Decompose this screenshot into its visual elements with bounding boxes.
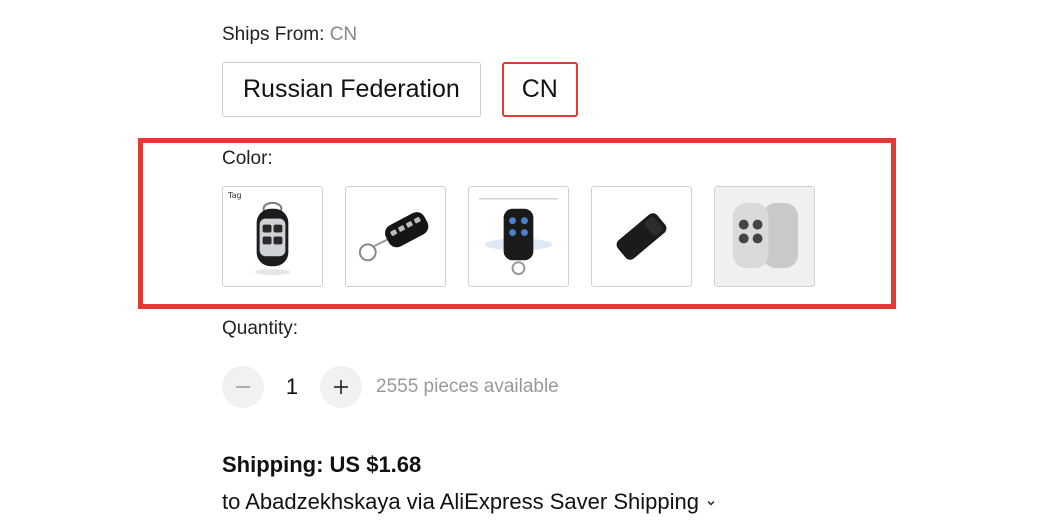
- silver-remote-key-icon: [254, 201, 291, 276]
- plus-icon: [334, 380, 348, 394]
- quantity-value[interactable]: 1: [264, 374, 320, 400]
- color-swatches: Tag: [222, 186, 815, 287]
- color-swatch-4[interactable]: [591, 186, 692, 287]
- black-slim-remote-icon: [616, 213, 667, 260]
- black-flip-key-remote-icon: [358, 212, 429, 262]
- color-swatch-2[interactable]: [345, 186, 446, 287]
- quantity-stepper: 1 2555 pieces available: [222, 366, 559, 408]
- ships-from-label-text: Ships From:: [222, 24, 325, 45]
- ships-from-selected-value: CN: [329, 24, 358, 45]
- ships-from-option-russian-federation[interactable]: Russian Federation: [222, 62, 481, 117]
- quantity-decrease-button[interactable]: [222, 366, 264, 408]
- grey-double-remote-icon: [715, 187, 814, 286]
- pieces-available-text: 2555 pieces available: [376, 376, 559, 397]
- color-swatch-1[interactable]: Tag: [222, 186, 323, 287]
- shipping-cost: Shipping: US $1.68: [222, 452, 422, 477]
- shipping-destination-text: to Abadzekhskaya via AliExpress Saver Sh…: [222, 489, 699, 514]
- ships-from-options: Russian Federation CN: [222, 62, 578, 117]
- ships-from-label: Ships From: CN: [222, 24, 357, 46]
- black-blue-button-remote-icon: [478, 198, 559, 276]
- color-swatch-3[interactable]: [468, 186, 569, 287]
- color-swatch-5[interactable]: [714, 186, 815, 287]
- product-options-panel: Ships From: CN Russian Federation CN Col…: [0, 0, 1064, 523]
- minus-icon: [236, 386, 250, 388]
- color-label: Color:: [222, 148, 273, 169]
- shipping-destination-dropdown[interactable]: to Abadzekhskaya via AliExpress Saver Sh…: [222, 489, 717, 515]
- quantity-label: Quantity:: [222, 318, 299, 339]
- quantity-increase-button[interactable]: [320, 366, 362, 408]
- ships-from-option-cn[interactable]: CN: [501, 62, 578, 117]
- swatch-tag-text: Tag: [228, 191, 242, 200]
- chevron-down-icon: [705, 489, 717, 515]
